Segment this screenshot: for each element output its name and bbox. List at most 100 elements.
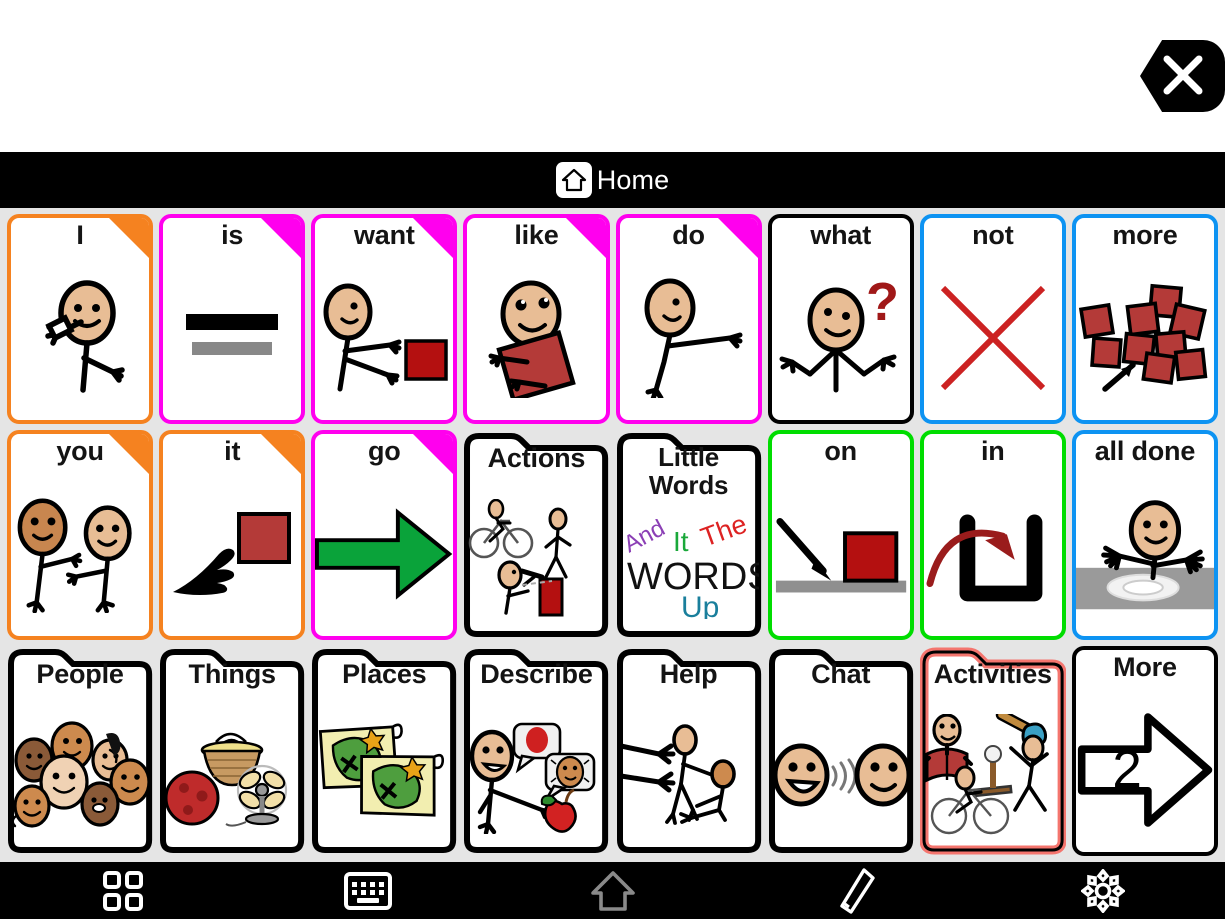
grid-view-button[interactable]: [0, 862, 245, 919]
button-label: Chat: [811, 659, 871, 689]
folder-describe[interactable]: Describe: [463, 646, 609, 856]
symbol-art: [1076, 256, 1214, 420]
home-button[interactable]: [490, 862, 735, 919]
grid-cell: Things: [159, 646, 305, 856]
aac-app-window: Home I is want like do what ? not more y…: [0, 0, 1225, 919]
home-icon: [555, 162, 592, 198]
page-title: Home: [596, 164, 670, 195]
button-label: what: [810, 220, 872, 250]
symbol-art: [11, 256, 149, 420]
button-label: Help: [659, 659, 718, 689]
grid-cell: more: [1071, 214, 1218, 424]
grid-cell: People: [7, 646, 153, 856]
svg-text:And: And: [619, 519, 669, 558]
svg-text:?: ?: [866, 278, 899, 332]
pencil-icon: [839, 867, 875, 914]
symbol-art: [1075, 472, 1214, 636]
button-it[interactable]: it: [159, 430, 306, 640]
button-not[interactable]: not: [919, 214, 1066, 424]
button-label: is: [221, 220, 244, 250]
grid-cell: I: [7, 214, 154, 424]
folder-chat[interactable]: Chat: [768, 646, 914, 856]
button-label: you: [56, 436, 104, 466]
folder-things[interactable]: Things: [159, 646, 305, 856]
button-label: People: [36, 659, 124, 689]
button-label: not: [972, 220, 1014, 250]
button-label: do: [672, 220, 705, 250]
folder-help[interactable]: Help: [616, 646, 762, 856]
symbol-art: ?: [772, 256, 910, 420]
keyboard-icon: [343, 871, 392, 910]
grid-cell: want: [311, 214, 458, 424]
svg-text:Up: Up: [681, 591, 719, 619]
symbol-art: [315, 256, 453, 420]
button-label: on: [824, 436, 857, 466]
settings-button[interactable]: [980, 862, 1225, 919]
button-label: Little Words: [648, 442, 729, 500]
grid-cell: in: [919, 430, 1066, 640]
button-i[interactable]: I: [7, 214, 154, 424]
keyboard-button[interactable]: [245, 862, 490, 919]
symbol-art: [920, 694, 1066, 856]
symbol-art: [7, 694, 153, 856]
button-label: like: [514, 220, 559, 250]
button-you[interactable]: you: [7, 430, 154, 640]
top-white-bar: [0, 0, 1225, 152]
grid-cell: Describe: [463, 646, 609, 856]
button-label: More: [1113, 652, 1177, 682]
home-outline-icon: [590, 870, 635, 911]
button-label: in: [981, 436, 1005, 466]
gear-icon: [1080, 868, 1125, 913]
symbol-art: [463, 694, 609, 856]
button-label: all done: [1094, 436, 1196, 466]
button-go[interactable]: go: [311, 430, 458, 640]
grid-cell: is: [159, 214, 306, 424]
folder-places[interactable]: Places: [311, 646, 457, 856]
button-do[interactable]: do: [615, 214, 762, 424]
button-label: it: [224, 436, 241, 466]
symbol-art: [768, 694, 914, 856]
button-label: Activities: [933, 659, 1052, 689]
button-in[interactable]: in: [919, 430, 1066, 640]
svg-text:The: The: [696, 519, 750, 553]
grid-cell: all done: [1071, 430, 1218, 640]
grid-cell: you: [7, 430, 154, 640]
folder-people[interactable]: People: [7, 646, 153, 856]
symbol-art: [159, 694, 305, 856]
button-label: Actions: [487, 443, 586, 473]
button-label: Describe: [480, 659, 593, 689]
symbol-art: [163, 256, 301, 420]
button-what[interactable]: what ?: [767, 214, 914, 424]
symbol-art: [315, 472, 453, 636]
button-label: go: [368, 436, 401, 466]
symbol-art: [311, 694, 457, 856]
bottom-toolbar: [0, 862, 1225, 919]
page-number: 2: [1112, 740, 1141, 799]
button-like[interactable]: like: [463, 214, 610, 424]
symbol-art: [11, 472, 149, 636]
navigation-bar[interactable]: Home: [0, 152, 1225, 208]
button-want[interactable]: want: [311, 214, 458, 424]
folder-little-words[interactable]: Little Words And It The WORDS Up: [616, 430, 762, 640]
button-label: want: [353, 220, 415, 250]
button-more[interactable]: more: [1071, 214, 1218, 424]
symbol-art: [924, 256, 1062, 420]
symbol-art: [924, 472, 1062, 636]
button-is[interactable]: is: [159, 214, 306, 424]
grid-cell: Little Words And It The WORDS Up: [616, 430, 762, 640]
grid-cell: go: [311, 430, 458, 640]
symbol-art: [772, 472, 910, 636]
folder-activities[interactable]: Activities: [919, 646, 1066, 856]
symbol-art: 2: [1076, 688, 1214, 852]
grid-cell: what ?: [767, 214, 914, 424]
folder-actions[interactable]: Actions: [463, 430, 609, 640]
symbol-art: [620, 256, 758, 420]
button-more-page[interactable]: More 2: [1071, 646, 1218, 856]
button-label: Things: [188, 659, 276, 689]
symbol-art: And It The WORDS Up: [616, 498, 762, 640]
close-button[interactable]: [1140, 40, 1225, 112]
button-on[interactable]: on: [767, 430, 914, 640]
grid-cell: More 2: [1071, 646, 1218, 856]
edit-button[interactable]: [735, 862, 980, 919]
button-all-done[interactable]: all done: [1071, 430, 1218, 640]
